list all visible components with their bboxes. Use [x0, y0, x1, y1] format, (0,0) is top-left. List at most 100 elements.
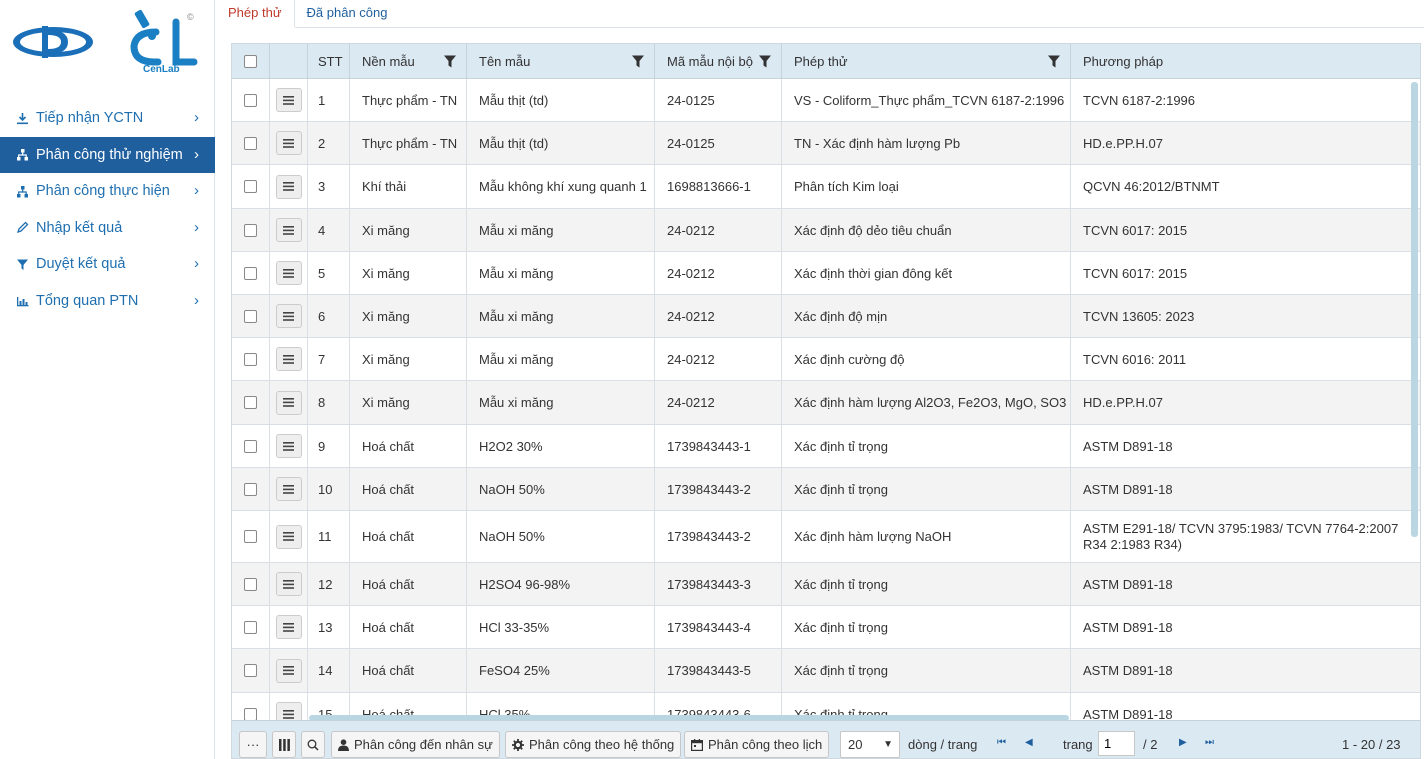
table-cell[interactable]: 24-0125	[655, 79, 782, 121]
table-cell[interactable]: NaOH 50%	[467, 511, 655, 562]
page-number-input[interactable]	[1098, 731, 1135, 756]
sidebar-item-duyet-ket-qua[interactable]: Duyệt kết quả ›	[0, 246, 215, 283]
table-cell[interactable]: ASTM D891-18	[1071, 468, 1420, 510]
table-cell[interactable]: Xi măng	[350, 381, 467, 424]
table-row[interactable]: 10 Hoá chất NaOH 50% 1739843443-2 Xác định t…	[232, 468, 1420, 511]
table-row[interactable]: 7 Xi măng Mẫu xi măng 24-0212 Xác định cường…	[232, 338, 1420, 381]
column-chooser-button[interactable]	[272, 731, 296, 758]
table-cell[interactable]: Xác định hàm lượng Al2O3, Fe2O3, MgO, SO…	[782, 381, 1071, 424]
table-row[interactable]: 12 Hoá chất H2SO4 96-98% 1739843443-3 Xác đị…	[232, 563, 1420, 606]
select-all-checkbox[interactable]	[244, 55, 257, 68]
table-cell[interactable]: Mẫu xi măng	[467, 209, 655, 251]
table-cell[interactable]: 5	[308, 252, 350, 294]
table-cell[interactable]: TN - Xác định hàm lượng Pb	[782, 122, 1071, 164]
assign-calendar-button[interactable]: Phân công theo lịch	[684, 731, 830, 758]
table-cell[interactable]: HD.e.PP.H.07	[1071, 122, 1420, 164]
table-cell[interactable]: Xác định cường độ	[782, 338, 1071, 380]
sidebar-item-phan-cong-thuc-hien[interactable]: Phân công thực hiện ›	[0, 173, 215, 210]
table-cell[interactable]: TCVN 6017: 2015	[1071, 252, 1420, 294]
table-cell[interactable]: 7	[308, 338, 350, 380]
row-checkbox[interactable]	[244, 93, 257, 107]
header-phep-thu[interactable]: Phép thử	[782, 44, 1071, 79]
table-cell[interactable]: 14	[308, 649, 350, 692]
table-cell[interactable]: Mẫu xi măng	[467, 338, 655, 380]
row-menu-button[interactable]	[275, 218, 302, 242]
sidebar-item-phan-cong-thu-nghiem[interactable]: Phân công thử nghiệm ›	[0, 136, 215, 173]
table-row[interactable]: 4 Xi măng Mẫu xi măng 24-0212 Xác định độ dẻ…	[232, 209, 1420, 252]
table-row[interactable]: 5 Xi măng Mẫu xi măng 24-0212 Xác định thời …	[232, 252, 1420, 295]
filter-icon[interactable]	[1048, 55, 1060, 68]
table-cell[interactable]: Xi măng	[350, 295, 467, 337]
table-cell[interactable]: H2SO4 96-98%	[467, 563, 655, 605]
table-cell[interactable]: 1739843443-3	[655, 563, 782, 605]
row-menu-button[interactable]	[275, 702, 302, 720]
table-cell[interactable]: 1739843443-5	[655, 649, 782, 692]
table-cell[interactable]: 9	[308, 425, 350, 467]
table-row[interactable]: 2 Thực phẩm - TN Mẫu thịt (td) 24-0125 TN - …	[232, 122, 1420, 165]
row-menu-button[interactable]	[275, 131, 302, 155]
table-cell[interactable]: Phân tích Kim loại	[782, 165, 1071, 208]
row-checkbox[interactable]	[244, 620, 257, 634]
table-cell[interactable]: H2O2 30%	[467, 425, 655, 467]
table-row[interactable]: 11 Hoá chất NaOH 50% 1739843443-2 Xác định h…	[232, 511, 1420, 563]
table-cell[interactable]: Xác định thời gian đông kết	[782, 252, 1071, 294]
table-cell[interactable]: Khí thải	[350, 165, 467, 208]
row-checkbox[interactable]	[244, 180, 257, 193]
table-row[interactable]: 14 Hoá chất FeSO4 25% 1739843443-5 Xác định …	[232, 649, 1420, 693]
table-cell[interactable]: 24-0212	[655, 209, 782, 251]
table-cell[interactable]: HCl 33-35%	[467, 606, 655, 648]
table-cell[interactable]: Xác định độ dẻo tiêu chuẩn	[782, 209, 1071, 251]
table-cell[interactable]: Mẫu xi măng	[467, 381, 655, 424]
row-checkbox[interactable]	[244, 396, 257, 409]
table-cell[interactable]: 1739843443-2	[655, 468, 782, 510]
header-ma-mau-noi-bo[interactable]: Mã mẫu nội bộ	[655, 44, 782, 79]
assign-system-button[interactable]: Phân công theo hệ thống	[505, 731, 682, 758]
table-cell[interactable]: Xi măng	[350, 209, 467, 251]
prev-page-icon[interactable]: ◀	[1025, 737, 1033, 748]
table-cell[interactable]: Hoá chất	[350, 511, 467, 562]
sidebar-item-nhap-ket-qua[interactable]: Nhập kết quả ›	[0, 210, 215, 247]
row-checkbox[interactable]	[244, 664, 257, 677]
page-size-select[interactable]: 20 ▼	[840, 731, 900, 758]
table-cell[interactable]: 12	[308, 563, 350, 605]
table-cell[interactable]: 24-0212	[655, 295, 782, 337]
row-checkbox[interactable]	[244, 352, 257, 366]
row-menu-button[interactable]	[275, 477, 302, 501]
row-menu-button[interactable]	[275, 658, 302, 683]
row-menu-button[interactable]	[275, 615, 302, 639]
table-row[interactable]: 6 Xi măng Mẫu xi măng 24-0212 Xác định độ mị…	[232, 295, 1420, 338]
row-menu-button[interactable]	[275, 524, 302, 549]
table-cell[interactable]: 1739843443-4	[655, 606, 782, 648]
filter-icon[interactable]	[759, 55, 771, 68]
table-cell[interactable]: 24-0212	[655, 252, 782, 294]
table-cell[interactable]: Thực phẩm - TN	[350, 79, 467, 121]
table-cell[interactable]: ASTM D891-18	[1071, 606, 1420, 648]
table-cell[interactable]: Mẫu xi măng	[467, 295, 655, 337]
table-cell[interactable]: 1739843443-1	[655, 425, 782, 467]
row-checkbox[interactable]	[244, 309, 257, 323]
table-cell[interactable]: Hoá chất	[350, 649, 467, 692]
tab-phep-thu[interactable]: Phép thử	[216, 0, 295, 28]
row-checkbox[interactable]	[244, 530, 257, 543]
row-menu-button[interactable]	[275, 572, 302, 596]
table-cell[interactable]: Xác định tỉ trọng	[782, 468, 1071, 510]
header-nen-mau[interactable]: Nền mẫu	[350, 44, 467, 79]
row-menu-button[interactable]	[275, 434, 302, 458]
table-cell[interactable]: 3	[308, 165, 350, 208]
table-cell[interactable]: Xi măng	[350, 252, 467, 294]
table-cell[interactable]: 24-0212	[655, 381, 782, 424]
table-cell[interactable]: Mẫu thịt (td)	[467, 79, 655, 121]
row-checkbox[interactable]	[244, 482, 257, 496]
table-cell[interactable]: 2	[308, 122, 350, 164]
table-cell[interactable]: Hoá chất	[350, 468, 467, 510]
table-cell[interactable]: Thực phẩm - TN	[350, 122, 467, 164]
table-cell[interactable]: TCVN 6016: 2011	[1071, 338, 1420, 380]
more-button[interactable]: ···	[239, 731, 267, 758]
row-menu-button[interactable]	[275, 347, 302, 371]
row-checkbox[interactable]	[244, 707, 257, 720]
header-stt[interactable]: STT	[308, 44, 350, 79]
header-phuong-phap[interactable]: Phương pháp	[1071, 44, 1420, 79]
row-checkbox[interactable]	[244, 223, 257, 237]
table-cell[interactable]: ASTM D891-18	[1071, 649, 1420, 692]
table-row[interactable]: 1 Thực phẩm - TN Mẫu thịt (td) 24-0125 VS - …	[232, 79, 1420, 122]
